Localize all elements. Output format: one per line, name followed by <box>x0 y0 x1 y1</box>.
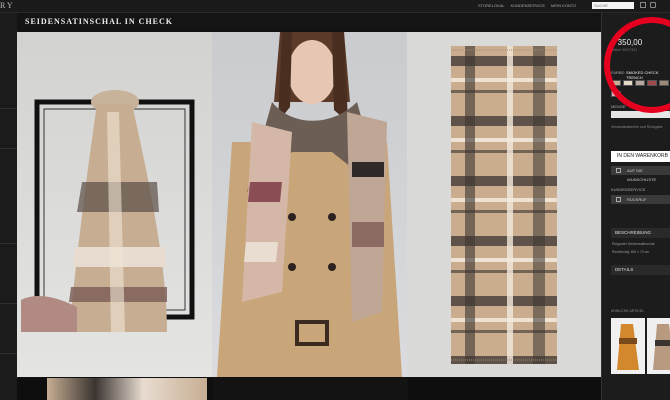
description-line: Eleganter Seidensatinschal <box>612 242 655 246</box>
scarf-stand-illustration <box>21 90 195 332</box>
thumbnail[interactable] <box>213 378 408 400</box>
product-gallery[interactable] <box>17 32 601 377</box>
left-navigation <box>0 13 18 400</box>
description-line: Rechteckig 180 x 70 cm <box>612 250 650 254</box>
nav-divider <box>0 243 17 244</box>
quantity-label: MENGE <box>611 104 626 109</box>
gallery-image-model[interactable] <box>212 32 407 377</box>
related-item-thumbnail[interactable] <box>647 318 670 374</box>
heart-icon <box>616 168 621 173</box>
search-input[interactable] <box>592 2 634 9</box>
details-section-header[interactable]: DETAILS <box>611 265 670 275</box>
related-items-label: ÄHNLICHE ARTIKEL <box>611 309 645 313</box>
related-scarf-camel <box>653 324 670 370</box>
related-item-thumbnail[interactable] <box>611 318 645 374</box>
related-scarf-orange <box>617 324 639 370</box>
flat-scarf-illustration <box>451 46 557 364</box>
nav-divider <box>0 148 17 149</box>
add-to-cart-button[interactable]: IN DEN WARENKORB <box>611 151 670 162</box>
brand-logo[interactable]: RY <box>0 1 15 10</box>
nav-divider <box>0 353 17 354</box>
wishlist-button[interactable]: AUF DIE WUNSCHLISTE <box>611 166 670 182</box>
wishlist-label: AUF DIE WUNSCHLISTE <box>627 168 657 182</box>
thumbnail-strip[interactable] <box>17 378 601 400</box>
store-locator-link[interactable]: STORELOKAL <box>478 3 505 8</box>
callback-label: RÜCKRUF <box>627 197 647 202</box>
my-account-link[interactable]: MEIN KONTO <box>551 3 576 8</box>
shopping-bag-icon[interactable] <box>650 2 656 8</box>
page-title: SEIDENSATINSCHAL IN CHECK <box>25 17 173 26</box>
nav-divider <box>0 108 17 109</box>
gallery-image-flat-scarf[interactable] <box>407 32 601 377</box>
phone-icon <box>616 197 621 202</box>
description-section-header[interactable]: BESCHREIBUNG <box>611 228 670 238</box>
thumbnail[interactable] <box>47 378 207 400</box>
callback-button[interactable]: RÜCKRUF <box>611 195 670 204</box>
nav-divider <box>0 303 17 304</box>
customer-service-label: KUNDENSERVICE <box>611 187 646 192</box>
product-title-bar: SEIDENSATINSCHAL IN CHECK <box>17 13 601 31</box>
top-links: STORELOKAL KUNDENSERVICE MEIN KONTO <box>478 3 576 8</box>
gallery-image-scarf-on-stand[interactable] <box>17 32 212 377</box>
model-illustration <box>217 32 402 377</box>
search-submit-icon[interactable] <box>640 2 646 8</box>
delivery-note: Versandkostenfrei und Rückgabe <box>611 125 663 129</box>
customer-service-link[interactable]: KUNDENSERVICE <box>511 3 545 8</box>
top-bar: RY STORELOKAL KUNDENSERVICE MEIN KONTO <box>0 0 670 13</box>
